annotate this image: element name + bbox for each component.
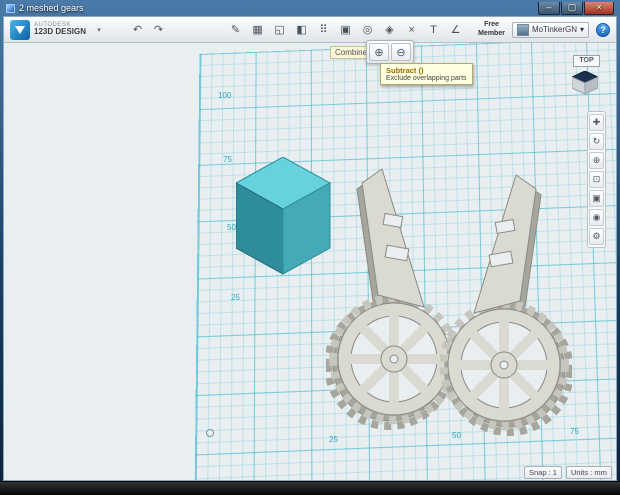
gear-icon: ⚙ [592, 231, 601, 241]
modify-icon: ◧ [296, 24, 307, 36]
grouping-tool-button[interactable]: ▣ [336, 20, 355, 39]
app-client-area: AUTODESK 123D DESIGN ▾ ↶ ↷ ✎ ▦ ◱ ◧ ⠿ ▣ ◎… [3, 16, 617, 481]
gear-part-left[interactable] [326, 167, 458, 435]
undo-redo-group: ↶ ↷ [128, 20, 168, 39]
viewcube-icon[interactable] [572, 71, 598, 95]
visibility-button[interactable]: ◉ [589, 209, 604, 226]
grid-origin-marker [206, 429, 214, 437]
gear-part-right[interactable] [440, 173, 572, 441]
x-axis-tick-label: 25 [329, 435, 338, 444]
app-logo[interactable] [10, 19, 30, 40]
delete-icon: × [408, 23, 415, 36]
pattern-tool-button[interactable]: ⠿ [314, 20, 333, 39]
measure-tool-button[interactable]: ∠ [446, 20, 465, 39]
orbit-button[interactable]: ↻ [589, 133, 604, 150]
orbit-icon: ↻ [592, 136, 601, 146]
construct-tool-button[interactable]: ◱ [270, 20, 289, 39]
window-controls: – ▢ × [538, 1, 614, 15]
eye-icon: ◉ [592, 212, 601, 222]
subtract-button[interactable]: ⊖ [391, 43, 411, 61]
merge-icon: ⊕ [374, 46, 384, 59]
zoom-icon: ⊕ [592, 155, 601, 165]
delete-tool-button[interactable]: × [402, 20, 421, 39]
viewcube-top-face[interactable]: TOP [573, 55, 600, 67]
window-icon [6, 3, 15, 13]
close-button[interactable]: × [584, 1, 614, 15]
redo-icon: ↷ [153, 24, 164, 36]
combine-popup-panel: ⊕ ⊖ [366, 40, 414, 64]
user-account-dropdown[interactable]: MoTinkerGN ▾ [511, 21, 589, 38]
os-taskbar [0, 481, 620, 495]
application-window: 2 meshed gears – ▢ × AUTODESK 123D DESIG… [0, 0, 620, 495]
pan-button[interactable]: ✚ [589, 114, 604, 131]
text-icon: T [430, 23, 437, 36]
fit-icon: ⊡ [592, 174, 601, 184]
snap-icon: ◈ [385, 24, 394, 36]
view-settings-button[interactable]: ⚙ [589, 228, 604, 245]
primitives-tool-button[interactable]: ▦ [248, 20, 267, 39]
subtract-tooltip: Subtract () Exclude overlapping parts [380, 63, 473, 85]
y-axis-tick-label: 50 [227, 223, 236, 232]
combine-icon: ◎ [362, 24, 373, 36]
minimize-button[interactable]: – [538, 1, 560, 15]
modify-tool-button[interactable]: ◧ [292, 20, 311, 39]
app-menu-dropdown[interactable]: ▾ [92, 26, 106, 34]
titlebar: 2 meshed gears – ▢ × [0, 0, 620, 16]
construct-icon: ◱ [274, 24, 285, 36]
y-axis-tick-label: 75 [223, 155, 232, 164]
app-brand: AUTODESK 123D DESIGN [34, 22, 86, 37]
maximize-button[interactable]: ▢ [561, 1, 583, 15]
user-name: MoTinkerGN [531, 25, 577, 34]
snap-tool-button[interactable]: ◈ [380, 20, 399, 39]
sketch-tool-button[interactable]: ✎ [226, 20, 245, 39]
text-tool-button[interactable]: T [424, 20, 443, 39]
chevron-down-icon: ▾ [97, 26, 101, 34]
snap-setting[interactable]: Snap : 1 [524, 466, 562, 479]
y-axis-tick-label: 25 [231, 293, 240, 302]
pan-icon: ✚ [592, 117, 601, 127]
zoom-button[interactable]: ⊕ [589, 152, 604, 169]
viewport-canvas[interactable]: 100 75 50 25 25 50 75 TOP ✚ ↻ ⊕ ⊡ ▣ ◉ ⚙ … [4, 43, 616, 480]
undo-icon: ↶ [132, 24, 143, 36]
undo-button[interactable]: ↶ [128, 20, 147, 39]
navigation-toolbar: ✚ ↻ ⊕ ⊡ ▣ ◉ ⚙ [587, 111, 606, 248]
shading-icon: ▣ [592, 193, 601, 203]
membership-line1: Free [484, 21, 499, 29]
primitives-icon: ▦ [252, 24, 263, 36]
pattern-icon: ⠿ [319, 24, 328, 36]
redo-button[interactable]: ↷ [149, 20, 168, 39]
subtract-icon: ⊖ [396, 46, 406, 59]
account-cluster: Free Member MoTinkerGN ▾ ? [478, 21, 610, 38]
help-button[interactable]: ? [596, 22, 610, 37]
fit-view-button[interactable]: ⊡ [589, 171, 604, 188]
membership-line2: Member [478, 29, 505, 37]
cube-primitive[interactable] [236, 157, 332, 275]
shading-mode-button[interactable]: ▣ [589, 190, 604, 207]
tooltip-title: Subtract () [386, 66, 424, 75]
merge-button[interactable]: ⊕ [369, 43, 389, 61]
grouping-icon: ▣ [340, 24, 351, 36]
window-title: 2 meshed gears [19, 3, 84, 13]
membership-label: Free Member [478, 21, 505, 37]
sketch-icon: ✎ [230, 24, 241, 36]
y-axis-tick-label: 100 [218, 91, 232, 100]
tooltip-body: Exclude overlapping parts [386, 75, 467, 82]
logo-triangle-icon [15, 25, 25, 34]
chevron-down-icon: ▾ [579, 25, 584, 34]
tool-group: ✎ ▦ ◱ ◧ ⠿ ▣ ◎ ◈ × T ∠ [226, 20, 465, 39]
measure-icon: ∠ [450, 24, 461, 36]
user-avatar [516, 23, 529, 36]
units-setting[interactable]: Units : mm [566, 466, 612, 479]
brand-product: 123D DESIGN [34, 27, 87, 37]
combine-tool-button[interactable]: ◎ [358, 20, 377, 39]
main-toolbar: AUTODESK 123D DESIGN ▾ ↶ ↷ ✎ ▦ ◱ ◧ ⠿ ▣ ◎… [4, 17, 616, 43]
